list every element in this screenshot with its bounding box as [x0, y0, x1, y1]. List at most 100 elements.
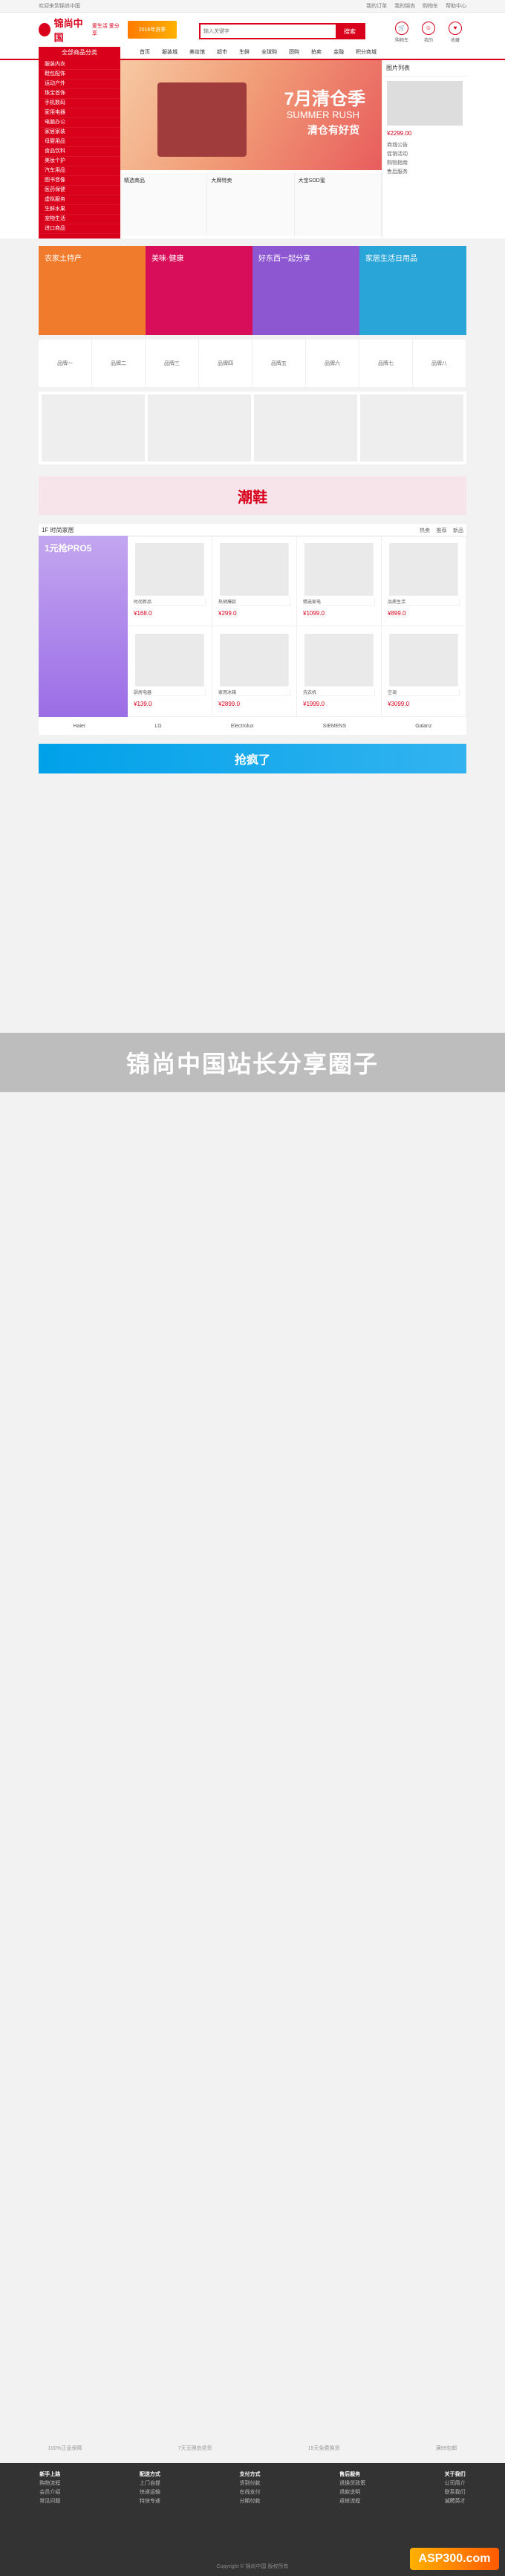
nav-item[interactable]: 美妆馆: [183, 47, 211, 59]
feature-card[interactable]: 农家土特产: [39, 246, 146, 335]
floor-tab[interactable]: 热卖: [420, 528, 430, 533]
nav-item[interactable]: 积分商城: [350, 47, 382, 59]
category-item[interactable]: 母婴用品: [39, 137, 120, 147]
product-card[interactable]: 时尚新品 ¥168.0: [128, 536, 212, 626]
nav-item[interactable]: 团购: [283, 47, 305, 59]
right-link[interactable]: 促销活动: [387, 150, 463, 159]
brand-item[interactable]: 品牌四: [199, 340, 252, 387]
product-image[interactable]: [389, 543, 458, 596]
product-name[interactable]: 家用冰箱: [218, 689, 290, 696]
right-panel-image[interactable]: [387, 81, 463, 126]
product-name[interactable]: 厨房电器: [134, 689, 206, 696]
promo-badge[interactable]: 2016年货季: [128, 21, 177, 39]
product-card[interactable]: 热销爆款 ¥299.0: [212, 536, 297, 626]
product-card[interactable]: 空调 ¥3099.0: [382, 626, 466, 717]
product-image[interactable]: [304, 634, 374, 687]
category-item[interactable]: 食品饮料: [39, 147, 120, 157]
nav-item[interactable]: 超市: [211, 47, 233, 59]
topbar-link[interactable]: 帮助中心: [446, 4, 466, 9]
footer-link[interactable]: 特快专递: [140, 2497, 160, 2506]
search-button[interactable]: 搜索: [336, 25, 364, 38]
category-item[interactable]: 生鲜水果: [39, 205, 120, 215]
featured-tile[interactable]: [360, 395, 463, 461]
product-card[interactable]: 家用冰箱 ¥2899.0: [212, 626, 297, 717]
footer-link[interactable]: 退款说明: [339, 2488, 365, 2497]
product-card[interactable]: 厨房电器 ¥139.0: [128, 626, 212, 717]
brand-item[interactable]: 品牌一: [39, 340, 92, 387]
category-item[interactable]: 手机数码: [39, 99, 120, 108]
product-name[interactable]: 空调: [388, 689, 460, 696]
favorites-shortcut[interactable]: ♥ 收藏: [446, 22, 465, 43]
category-item[interactable]: 医药保健: [39, 186, 120, 195]
brand-logo[interactable]: Galanz: [415, 724, 431, 729]
brand-item[interactable]: 品牌三: [146, 340, 199, 387]
category-item[interactable]: 美妆个护: [39, 157, 120, 166]
product-image[interactable]: [220, 634, 289, 687]
footer-link[interactable]: 公司简介: [445, 2479, 466, 2488]
product-name[interactable]: 洗衣机: [303, 689, 375, 696]
product-name[interactable]: 精选家电: [303, 598, 375, 606]
product-image[interactable]: [304, 543, 374, 596]
thumb-tile[interactable]: 大牌特卖: [207, 173, 295, 236]
topbar-link[interactable]: 我的锦尚: [394, 4, 415, 9]
search-input[interactable]: [201, 25, 336, 38]
right-link[interactable]: 商城公告: [387, 141, 463, 150]
footer-link[interactable]: 会员介绍: [39, 2488, 60, 2497]
feature-card[interactable]: 美味·健康: [146, 246, 252, 335]
footer-link[interactable]: 购物流程: [39, 2479, 60, 2488]
brand-item[interactable]: 品牌二: [92, 340, 146, 387]
product-name[interactable]: 时尚新品: [134, 598, 206, 606]
product-name[interactable]: 热销爆款: [218, 598, 290, 606]
floor-tab[interactable]: 新品: [453, 528, 463, 533]
thumb-tile[interactable]: 大宝SOD蜜: [294, 173, 382, 236]
footer-link[interactable]: 常见问题: [39, 2497, 60, 2506]
category-item[interactable]: 家居家装: [39, 128, 120, 137]
category-item[interactable]: 电脑办公: [39, 118, 120, 128]
site-logo[interactable]: 锦尚中国 爱生活 爱分享: [39, 18, 120, 43]
product-name[interactable]: 品质生活: [388, 598, 460, 606]
product-image[interactable]: [135, 634, 204, 687]
brand-item[interactable]: 品牌八: [413, 340, 466, 387]
footer-link[interactable]: 联系我们: [445, 2488, 466, 2497]
brand-logo[interactable]: Haier: [74, 724, 86, 729]
category-item[interactable]: 鞋包配饰: [39, 70, 120, 80]
product-image[interactable]: [135, 543, 204, 596]
footer-link[interactable]: 货到付款: [239, 2479, 260, 2488]
feature-card[interactable]: 好东西一起分享: [252, 246, 359, 335]
footer-link[interactable]: 快递运输: [140, 2488, 160, 2497]
brand-item[interactable]: 品牌六: [306, 340, 359, 387]
category-item[interactable]: 虚拟服务: [39, 195, 120, 205]
category-item[interactable]: 珠宝首饰: [39, 89, 120, 99]
category-item[interactable]: 宠物生活: [39, 215, 120, 224]
right-link[interactable]: 售后服务: [387, 168, 463, 177]
footer-link[interactable]: 在线支付: [239, 2488, 260, 2497]
featured-tile[interactable]: [254, 395, 357, 461]
main-banner[interactable]: 7月清仓季 SUMMER RUSH 清仓有好货: [120, 60, 382, 170]
featured-tile[interactable]: [148, 395, 251, 461]
brand-item[interactable]: 品牌七: [359, 340, 413, 387]
category-item[interactable]: 服装内衣: [39, 60, 120, 70]
account-shortcut[interactable]: ☺ 我的: [419, 22, 438, 43]
category-item[interactable]: 家用电器: [39, 108, 120, 118]
nav-item[interactable]: 拍卖: [305, 47, 328, 59]
footer-link[interactable]: 上门自提: [140, 2479, 160, 2488]
all-categories-button[interactable]: 全部商品分类: [39, 47, 120, 59]
product-image[interactable]: [389, 634, 458, 687]
category-item[interactable]: 汽车用品: [39, 166, 120, 176]
featured-tile[interactable]: [42, 395, 145, 461]
nav-item[interactable]: 首页: [134, 47, 156, 59]
brand-logo[interactable]: SIEMENS: [323, 724, 347, 729]
cart-shortcut[interactable]: 🛒 购物车: [392, 22, 411, 43]
floor-left-banner[interactable]: 1元抢PRO5: [39, 536, 128, 717]
footer-link[interactable]: 退换货政策: [339, 2479, 365, 2488]
thumb-tile[interactable]: 精选商品: [120, 173, 208, 236]
product-image[interactable]: [220, 543, 289, 596]
footer-link[interactable]: 诚聘英才: [445, 2497, 466, 2506]
brand-logo[interactable]: LG: [154, 724, 161, 729]
nav-item[interactable]: 金融: [328, 47, 350, 59]
category-item[interactable]: 图书音像: [39, 176, 120, 186]
product-card[interactable]: 品质生活 ¥899.0: [382, 536, 466, 626]
footer-link[interactable]: 返修流程: [339, 2497, 365, 2506]
floor-tab[interactable]: 推荐: [436, 528, 446, 533]
mid-banner[interactable]: 抢疯了: [39, 744, 466, 773]
